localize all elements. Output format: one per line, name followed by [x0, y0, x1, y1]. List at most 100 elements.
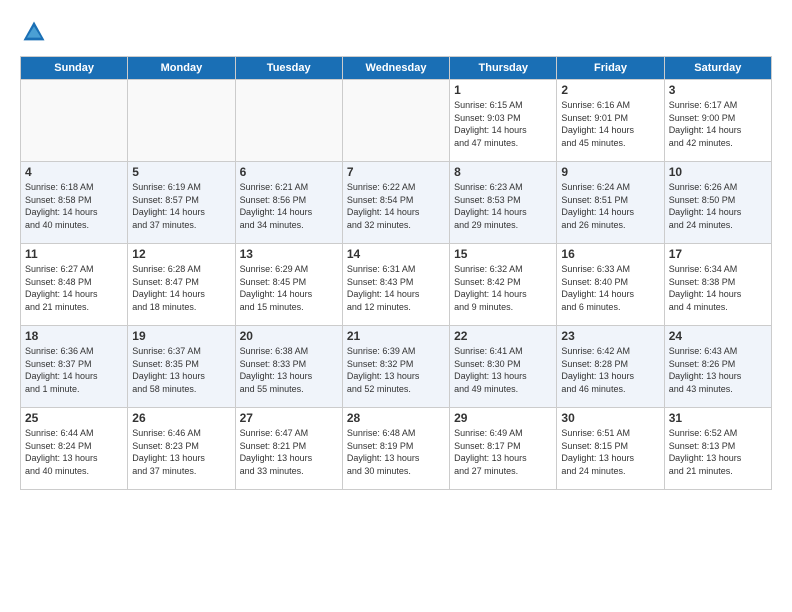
calendar-cell: 8Sunrise: 6:23 AM Sunset: 8:53 PM Daylig…	[450, 162, 557, 244]
day-number: 20	[240, 329, 338, 343]
day-info: Sunrise: 6:43 AM Sunset: 8:26 PM Dayligh…	[669, 345, 767, 395]
day-info: Sunrise: 6:39 AM Sunset: 8:32 PM Dayligh…	[347, 345, 445, 395]
calendar-cell: 6 Sunrise: 6:21 AM Sunset: 8:56 PM Daylig…	[235, 162, 342, 244]
day-info: Sunrise: 6:31 AM Sunset: 8:43 PM Dayligh…	[347, 263, 445, 313]
calendar-week-4: 18 Sunrise: 6:36 AM Sunset: 8:37 PM Dayli…	[21, 326, 772, 408]
day-info: Sunrise: 6:48 AM Sunset: 8:19 PM Dayligh…	[347, 427, 445, 477]
day-header-wednesday: Wednesday	[342, 57, 449, 80]
calendar-cell: 1 Sunrise: 6:15 AM Sunset: 9:03 PM Daylig…	[450, 80, 557, 162]
calendar-cell: 25Sunrise: 6:44 AM Sunset: 8:24 PM Dayli…	[21, 408, 128, 490]
calendar: SundayMondayTuesdayWednesdayThursdayFrid…	[20, 56, 772, 490]
calendar-cell: 13 Sunrise: 6:29 AM Sunset: 8:45 PM Dayli…	[235, 244, 342, 326]
calendar-cell: 27Sunrise: 6:47 AM Sunset: 8:21 PM Dayli…	[235, 408, 342, 490]
day-number: 31	[669, 411, 767, 425]
calendar-cell: 26Sunrise: 6:46 AM Sunset: 8:23 PM Dayli…	[128, 408, 235, 490]
day-number: 9	[561, 165, 659, 179]
calendar-cell: 24Sunrise: 6:43 AM Sunset: 8:26 PM Dayli…	[664, 326, 771, 408]
calendar-week-5: 25Sunrise: 6:44 AM Sunset: 8:24 PM Dayli…	[21, 408, 772, 490]
day-info: Sunrise: 6:15 AM Sunset: 9:03 PM Dayligh…	[454, 99, 552, 149]
day-number: 23	[561, 329, 659, 343]
day-number: 27	[240, 411, 338, 425]
day-header-friday: Friday	[557, 57, 664, 80]
day-info: Sunrise: 6:38 AM Sunset: 8:33 PM Dayligh…	[240, 345, 338, 395]
day-info: Sunrise: 6:27 AM Sunset: 8:48 PM Dayligh…	[25, 263, 123, 313]
day-info: Sunrise: 6:44 AM Sunset: 8:24 PM Dayligh…	[25, 427, 123, 477]
day-info: Sunrise: 6:41 AM Sunset: 8:30 PM Dayligh…	[454, 345, 552, 395]
day-number: 18	[25, 329, 123, 343]
day-header-thursday: Thursday	[450, 57, 557, 80]
day-number: 7	[347, 165, 445, 179]
day-number: 2	[561, 83, 659, 97]
day-info: Sunrise: 6:28 AM Sunset: 8:47 PM Dayligh…	[132, 263, 230, 313]
calendar-cell: 12 Sunrise: 6:28 AM Sunset: 8:47 PM Dayli…	[128, 244, 235, 326]
day-number: 16	[561, 247, 659, 261]
day-info: Sunrise: 6:18 AM Sunset: 8:58 PM Dayligh…	[25, 181, 123, 231]
day-info: Sunrise: 6:17 AM Sunset: 9:00 PM Dayligh…	[669, 99, 767, 149]
calendar-cell	[235, 80, 342, 162]
day-info: Sunrise: 6:37 AM Sunset: 8:35 PM Dayligh…	[132, 345, 230, 395]
calendar-cell: 15 Sunrise: 6:32 AM Sunset: 8:42 PM Dayli…	[450, 244, 557, 326]
calendar-week-2: 4 Sunrise: 6:18 AM Sunset: 8:58 PM Daylig…	[21, 162, 772, 244]
day-number: 17	[669, 247, 767, 261]
day-header-saturday: Saturday	[664, 57, 771, 80]
day-info: Sunrise: 6:51 AM Sunset: 8:15 PM Dayligh…	[561, 427, 659, 477]
calendar-cell: 3 Sunrise: 6:17 AM Sunset: 9:00 PM Daylig…	[664, 80, 771, 162]
calendar-cell: 5Sunrise: 6:19 AM Sunset: 8:57 PM Daylig…	[128, 162, 235, 244]
day-number: 6	[240, 165, 338, 179]
day-info: Sunrise: 6:26 AM Sunset: 8:50 PM Dayligh…	[669, 181, 767, 231]
calendar-cell: 16 Sunrise: 6:33 AM Sunset: 8:40 PM Dayli…	[557, 244, 664, 326]
calendar-cell: 31 Sunrise: 6:52 AM Sunset: 8:13 PM Dayli…	[664, 408, 771, 490]
calendar-cell	[128, 80, 235, 162]
calendar-cell: 20 Sunrise: 6:38 AM Sunset: 8:33 PM Dayli…	[235, 326, 342, 408]
calendar-cell	[21, 80, 128, 162]
day-number: 13	[240, 247, 338, 261]
day-number: 22	[454, 329, 552, 343]
day-number: 15	[454, 247, 552, 261]
calendar-cell: 7 Sunrise: 6:22 AM Sunset: 8:54 PM Daylig…	[342, 162, 449, 244]
calendar-cell: 30 Sunrise: 6:51 AM Sunset: 8:15 PM Dayli…	[557, 408, 664, 490]
calendar-header-row: SundayMondayTuesdayWednesdayThursdayFrid…	[21, 57, 772, 80]
day-number: 19	[132, 329, 230, 343]
calendar-cell: 4 Sunrise: 6:18 AM Sunset: 8:58 PM Daylig…	[21, 162, 128, 244]
day-number: 10	[669, 165, 767, 179]
calendar-cell: 14 Sunrise: 6:31 AM Sunset: 8:43 PM Dayli…	[342, 244, 449, 326]
calendar-cell: 2 Sunrise: 6:16 AM Sunset: 9:01 PM Daylig…	[557, 80, 664, 162]
day-info: Sunrise: 6:29 AM Sunset: 8:45 PM Dayligh…	[240, 263, 338, 313]
calendar-cell: 19 Sunrise: 6:37 AM Sunset: 8:35 PM Dayli…	[128, 326, 235, 408]
day-info: Sunrise: 6:34 AM Sunset: 8:38 PM Dayligh…	[669, 263, 767, 313]
day-info: Sunrise: 6:46 AM Sunset: 8:23 PM Dayligh…	[132, 427, 230, 477]
calendar-cell: 28 Sunrise: 6:48 AM Sunset: 8:19 PM Dayli…	[342, 408, 449, 490]
calendar-cell: 18 Sunrise: 6:36 AM Sunset: 8:37 PM Dayli…	[21, 326, 128, 408]
day-header-monday: Monday	[128, 57, 235, 80]
calendar-cell: 29 Sunrise: 6:49 AM Sunset: 8:17 PM Dayli…	[450, 408, 557, 490]
day-info: Sunrise: 6:22 AM Sunset: 8:54 PM Dayligh…	[347, 181, 445, 231]
day-header-tuesday: Tuesday	[235, 57, 342, 80]
day-info: Sunrise: 6:33 AM Sunset: 8:40 PM Dayligh…	[561, 263, 659, 313]
day-info: Sunrise: 6:52 AM Sunset: 8:13 PM Dayligh…	[669, 427, 767, 477]
day-number: 3	[669, 83, 767, 97]
calendar-cell: 10 Sunrise: 6:26 AM Sunset: 8:50 PM Dayli…	[664, 162, 771, 244]
logo-icon	[20, 18, 48, 46]
day-number: 12	[132, 247, 230, 261]
day-number: 28	[347, 411, 445, 425]
day-info: Sunrise: 6:24 AM Sunset: 8:51 PM Dayligh…	[561, 181, 659, 231]
calendar-cell: 23 Sunrise: 6:42 AM Sunset: 8:28 PM Dayli…	[557, 326, 664, 408]
day-number: 4	[25, 165, 123, 179]
day-number: 14	[347, 247, 445, 261]
day-info: Sunrise: 6:36 AM Sunset: 8:37 PM Dayligh…	[25, 345, 123, 395]
day-info: Sunrise: 6:42 AM Sunset: 8:28 PM Dayligh…	[561, 345, 659, 395]
calendar-cell: 17 Sunrise: 6:34 AM Sunset: 8:38 PM Dayli…	[664, 244, 771, 326]
day-info: Sunrise: 6:21 AM Sunset: 8:56 PM Dayligh…	[240, 181, 338, 231]
logo	[20, 18, 52, 46]
day-number: 1	[454, 83, 552, 97]
day-number: 21	[347, 329, 445, 343]
calendar-week-1: 1 Sunrise: 6:15 AM Sunset: 9:03 PM Daylig…	[21, 80, 772, 162]
day-number: 5	[132, 165, 230, 179]
day-info: Sunrise: 6:16 AM Sunset: 9:01 PM Dayligh…	[561, 99, 659, 149]
day-number: 29	[454, 411, 552, 425]
calendar-cell: 11Sunrise: 6:27 AM Sunset: 8:48 PM Dayli…	[21, 244, 128, 326]
day-info: Sunrise: 6:32 AM Sunset: 8:42 PM Dayligh…	[454, 263, 552, 313]
calendar-cell	[342, 80, 449, 162]
day-number: 30	[561, 411, 659, 425]
day-info: Sunrise: 6:49 AM Sunset: 8:17 PM Dayligh…	[454, 427, 552, 477]
